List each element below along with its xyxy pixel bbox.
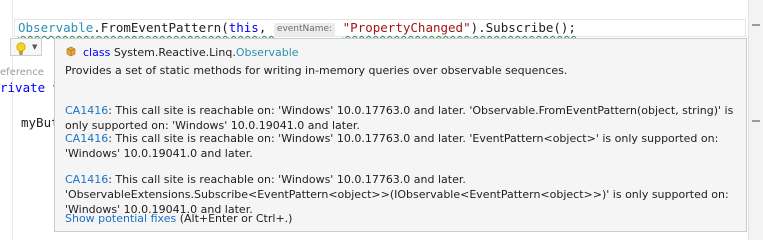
codelens-reference-fragment[interactable]: eference (0, 67, 44, 78)
editor-left-margin (12, 0, 13, 240)
token-subscribe-call[interactable]: ).Subscribe(); (471, 20, 576, 35)
diagnostic-code-link[interactable]: CA1416 (65, 132, 108, 145)
class-keyword: class (83, 46, 111, 59)
class-icon (65, 46, 79, 61)
lightbulb-icon (15, 41, 27, 60)
token-from-event-pattern[interactable]: FromEventPattern( (101, 20, 229, 35)
inline-parameter-hint: eventName: (273, 23, 336, 36)
diagnostic-message: CA1416: This call site is reachable on: … (65, 172, 737, 217)
diagnostic-text: : This call site is reachable on: 'Windo… (65, 104, 734, 132)
tooltip-summary: Provides a set of static methods for wri… (65, 64, 568, 77)
vertical-scrollbar[interactable] (748, 0, 763, 240)
potential-fixes-row: Show potential fixes (Alt+Enter or Ctrl+… (65, 212, 292, 225)
code-fragment-private: rivate v (0, 80, 61, 95)
diagnostic-text: : This call site is reachable on: 'Windo… (65, 173, 729, 216)
show-potential-fixes-link[interactable]: Show potential fixes (65, 212, 176, 225)
diagnostic-message: CA1416: This call site is reachable on: … (65, 131, 737, 161)
token-dot: . (93, 20, 101, 35)
token-comma: , (258, 20, 274, 35)
diagnostic-code-link[interactable]: CA1416 (65, 173, 108, 186)
namespace-text: System.Reactive.Linq. (113, 46, 236, 59)
scrollbar-marker (752, 24, 760, 26)
tooltip-signature: class System.Reactive.Linq.Observable (65, 46, 299, 61)
scrollbar-marker (752, 120, 760, 122)
code-fragment-mybutton: myBut (21, 115, 59, 130)
fix-shortcut-text: (Alt+Enter or Ctrl+.) (176, 212, 293, 225)
diagnostic-message: CA1416: This call site is reachable on: … (65, 103, 737, 133)
token-observable-type[interactable]: Observable (18, 20, 93, 35)
code-line-observable[interactable]: Observable.FromEventPattern(this, eventN… (18, 19, 576, 37)
quick-actions-button[interactable]: ▼ (10, 38, 42, 56)
diagnostic-text: : This call site is reachable on: 'Windo… (65, 132, 719, 160)
chevron-down-icon: ▼ (32, 43, 38, 51)
token-string-argument: "PropertyChanged" (342, 20, 471, 35)
token-this-keyword: this (228, 20, 259, 35)
type-name-link[interactable]: Observable (236, 46, 299, 59)
diagnostic-code-link[interactable]: CA1416 (65, 104, 108, 117)
quick-info-tooltip: class System.Reactive.Linq.Observable Pr… (54, 38, 747, 232)
